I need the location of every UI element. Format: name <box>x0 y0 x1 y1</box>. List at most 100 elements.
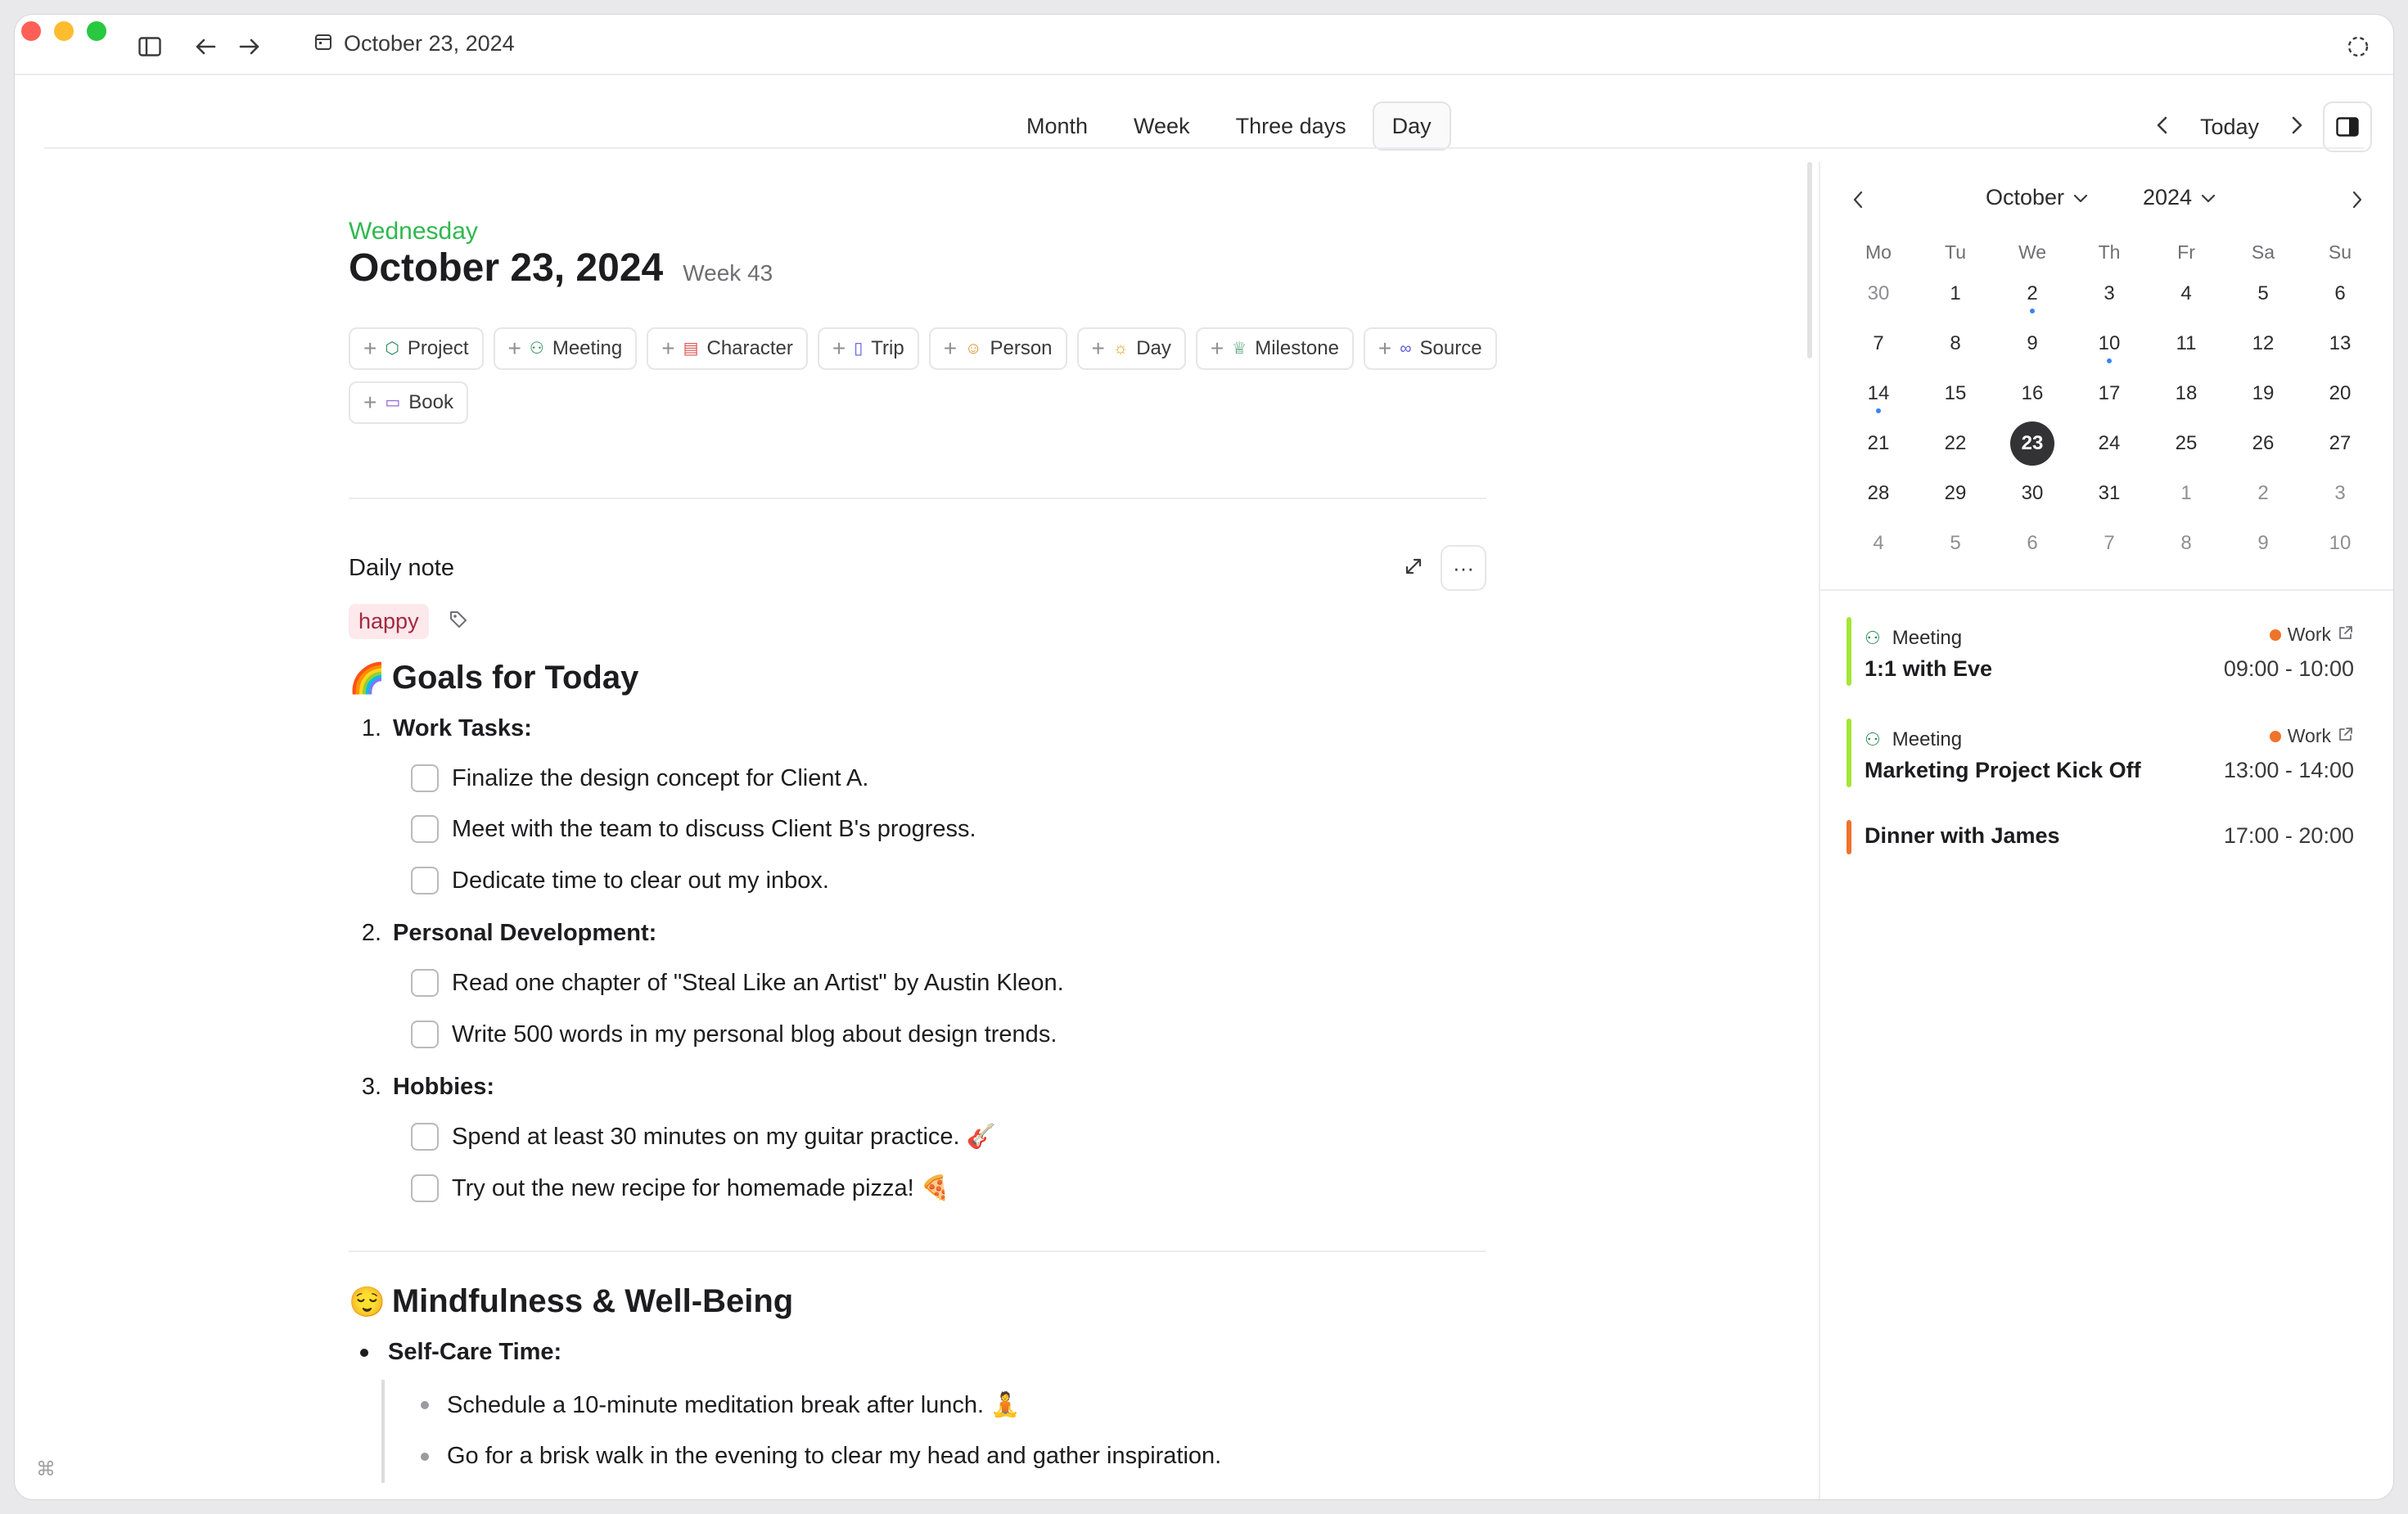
calendar-day[interactable]: 13 <box>2302 318 2379 368</box>
list-item: 3. Hobbies: <box>349 1074 494 1101</box>
event-card[interactable]: Dinner with James 17:00 - 20:00 <box>1847 820 2362 854</box>
next-period-icon[interactable] <box>2289 115 2305 140</box>
calendar-day[interactable]: 9 <box>2225 518 2302 568</box>
add-tag-icon[interactable] <box>449 610 468 633</box>
calendar-day[interactable]: 31 <box>2071 468 2148 518</box>
back-arrow-icon[interactable] <box>192 33 219 61</box>
right-panel-toggle-icon[interactable] <box>2323 101 2372 152</box>
calendar-day[interactable]: 23 <box>1994 418 2071 468</box>
calendar-day[interactable]: 24 <box>2071 418 2148 468</box>
task-text[interactable]: Dedicate time to clear out my inbox. <box>452 867 829 894</box>
calendar-day[interactable]: 26 <box>2225 418 2302 468</box>
add-day-button[interactable]: + ☼ Day <box>1076 327 1186 370</box>
calendar-day[interactable]: 1 <box>1917 268 1994 318</box>
forward-arrow-icon[interactable] <box>236 33 264 61</box>
calendar-day[interactable]: 16 <box>1994 368 2071 418</box>
close-window-button[interactable] <box>21 21 41 41</box>
task-checkbox[interactable] <box>411 1123 439 1151</box>
expand-icon[interactable] <box>1405 557 1423 579</box>
task-text[interactable]: Write 500 words in my personal blog abou… <box>452 1021 1057 1048</box>
scrollbar[interactable] <box>1807 162 1812 358</box>
add-source-button[interactable]: + ∞ Source <box>1363 327 1497 370</box>
calendar-day[interactable]: 28 <box>1840 468 1917 518</box>
list-item-text[interactable]: Schedule a 10-minute meditation break af… <box>447 1391 1020 1419</box>
calendar-day[interactable]: 22 <box>1917 418 1994 468</box>
event-card[interactable]: ⚇ Meeting Work 1:1 with Eve 09:00 - 10:0… <box>1847 617 2362 686</box>
today-button[interactable]: Today <box>2189 115 2270 140</box>
calendar-day[interactable]: 2 <box>2225 468 2302 518</box>
calendar-day[interactable]: 25 <box>2148 418 2225 468</box>
calendar-day[interactable]: 30 <box>1994 468 2071 518</box>
task-checkbox[interactable] <box>411 867 439 894</box>
tab-day[interactable]: Day <box>1372 101 1451 151</box>
calendar-day[interactable]: 3 <box>2302 468 2379 518</box>
calendar-day[interactable]: 10 <box>2071 318 2148 368</box>
previous-month-icon[interactable] <box>1843 185 1873 214</box>
next-month-icon[interactable] <box>2343 185 2372 214</box>
calendar-day[interactable]: 19 <box>2225 368 2302 418</box>
calendar-day[interactable]: 9 <box>1994 318 2071 368</box>
month-select[interactable]: October <box>1986 185 2089 210</box>
calendar-day[interactable]: 15 <box>1917 368 1994 418</box>
task-checkbox[interactable] <box>411 815 439 843</box>
minimize-window-button[interactable] <box>54 21 74 41</box>
calendar-day[interactable]: 30 <box>1840 268 1917 318</box>
calendar-day[interactable]: 6 <box>1994 518 2071 568</box>
calendar-day[interactable]: 20 <box>2302 368 2379 418</box>
calendar-day[interactable]: 3 <box>2071 268 2148 318</box>
calendar-day[interactable]: 8 <box>1917 318 1994 368</box>
calendar-day[interactable]: 17 <box>2071 368 2148 418</box>
task-item: Meet with the team to discuss Client B's… <box>411 815 976 843</box>
calendar-day[interactable]: 18 <box>2148 368 2225 418</box>
task-checkbox[interactable] <box>411 1021 439 1048</box>
task-text[interactable]: Finalize the design concept for Client A… <box>452 765 868 792</box>
calendar-day[interactable]: 4 <box>2148 268 2225 318</box>
external-link-icon[interactable] <box>2338 624 2354 646</box>
tag-happy[interactable]: happy <box>349 604 429 639</box>
task-text[interactable]: Meet with the team to discuss Client B's… <box>452 816 976 843</box>
calendar-day[interactable]: 8 <box>2148 518 2225 568</box>
calendar-day[interactable]: 10 <box>2302 518 2379 568</box>
task-text[interactable]: Spend at least 30 minutes on my guitar p… <box>452 1123 996 1151</box>
add-character-button[interactable]: + ▤ Character <box>647 327 808 370</box>
tab-week[interactable]: Week <box>1114 101 1210 151</box>
calendar-day[interactable]: 12 <box>2225 318 2302 368</box>
task-checkbox[interactable] <box>411 969 439 997</box>
sidebar-toggle-icon[interactable] <box>136 33 164 61</box>
calendar-day[interactable]: 4 <box>1840 518 1917 568</box>
calendar-day[interactable]: 5 <box>2225 268 2302 318</box>
add-milestone-button[interactable]: + ♕ Milestone <box>1195 327 1354 370</box>
sync-status-icon[interactable] <box>2344 33 2372 61</box>
command-shortcut-icon[interactable]: ⌘ <box>36 1458 56 1481</box>
calendar-day[interactable]: 7 <box>1840 318 1917 368</box>
add-meeting-button[interactable]: + ⚇ Meeting <box>493 327 638 370</box>
task-text[interactable]: Read one chapter of "Steal Like an Artis… <box>452 970 1064 997</box>
add-trip-button[interactable]: + ▯ Trip <box>817 327 919 370</box>
previous-period-icon[interactable] <box>2154 115 2171 140</box>
calendar-day[interactable]: 29 <box>1917 468 1994 518</box>
calendar-day[interactable]: 11 <box>2148 318 2225 368</box>
calendar-day[interactable]: 2 <box>1994 268 2071 318</box>
calendar-day[interactable]: 7 <box>2071 518 2148 568</box>
year-select[interactable]: 2024 <box>2143 185 2216 210</box>
calendar-day[interactable]: 5 <box>1917 518 1994 568</box>
tab-three-days[interactable]: Three days <box>1216 101 1366 151</box>
add-book-button[interactable]: + ▭ Book <box>349 381 468 424</box>
zoom-window-button[interactable] <box>87 21 106 41</box>
task-checkbox[interactable] <box>411 764 439 792</box>
add-project-button[interactable]: + ⬡ Project <box>349 327 484 370</box>
calendar-week-row: 7 8 9 10 11 12 13 <box>1840 318 2380 368</box>
calendar-day[interactable]: 6 <box>2302 268 2379 318</box>
task-checkbox[interactable] <box>411 1174 439 1202</box>
calendar-day[interactable]: 21 <box>1840 418 1917 468</box>
list-item-text[interactable]: Go for a brisk walk in the evening to cl… <box>447 1443 1221 1470</box>
event-card[interactable]: ⚇ Meeting Work Marketing Project Kick Of… <box>1847 719 2362 787</box>
calendar-day[interactable]: 27 <box>2302 418 2379 468</box>
tab-month[interactable]: Month <box>1007 101 1107 151</box>
calendar-day[interactable]: 14 <box>1840 368 1917 418</box>
external-link-icon[interactable] <box>2338 725 2354 747</box>
calendar-day[interactable]: 1 <box>2148 468 2225 518</box>
more-options-button[interactable]: ··· <box>1441 545 1486 591</box>
task-text[interactable]: Try out the new recipe for homemade pizz… <box>452 1174 950 1202</box>
add-person-button[interactable]: + ☺ Person <box>928 327 1067 370</box>
